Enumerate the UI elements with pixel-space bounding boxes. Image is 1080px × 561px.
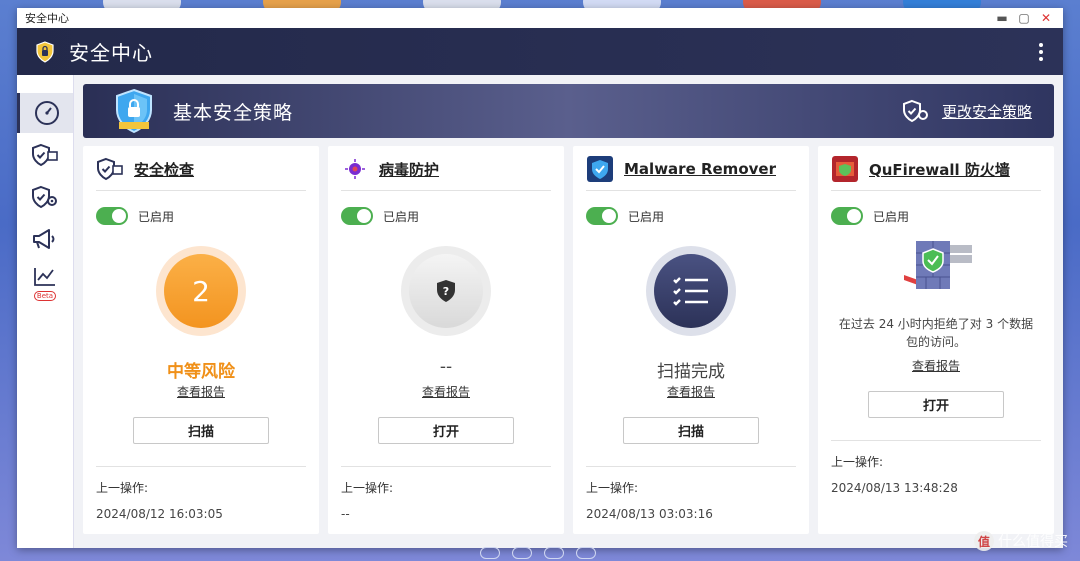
view-report-link[interactable]: 查看报告	[96, 383, 306, 400]
dock-app-icon[interactable]	[512, 547, 532, 559]
malware-remover-toggle[interactable]	[586, 207, 618, 225]
firewall-description: 在过去 24 小时内拒绝了对 3 个数据包的访问。	[838, 317, 1034, 349]
title-bar: 安全中心 ▬ ▢ ✕	[17, 8, 1063, 28]
antivirus-toggle[interactable]	[341, 207, 373, 225]
antivirus-status: --	[439, 357, 453, 377]
enabled-label: 已启用	[383, 209, 420, 224]
last-action-label: 上一操作:	[96, 481, 149, 495]
last-action-time: 2024/08/12 16:03:05	[96, 507, 223, 521]
firewall-card: QuFirewall 防火墙 已启用 在过去 24 小时内拒绝了对 3 个数据包…	[818, 146, 1054, 534]
enabled-label: 已启用	[138, 209, 175, 224]
dock-app-icon[interactable]	[480, 547, 500, 559]
view-report-link[interactable]: 查看报告	[341, 383, 551, 400]
open-button[interactable]: 打开	[868, 391, 1004, 418]
taskbar-dock	[480, 547, 596, 559]
risk-count: 2	[164, 254, 238, 328]
more-options-icon[interactable]	[1031, 40, 1051, 64]
firewall-toggle[interactable]	[831, 207, 863, 225]
shield-check-icon	[32, 143, 58, 167]
dock-app-icon[interactable]	[576, 547, 596, 559]
main-content: 基本安全策略 更改安全策略 安全检查 已启用 2 中等风险 查看报告 扫描 上一…	[74, 75, 1063, 548]
antivirus-status-indicator: ?	[401, 246, 491, 336]
malware-remover-card: Malware Remover 已启用 扫描完成 查看报告 扫描 上一操作: 2…	[573, 146, 809, 534]
megaphone-icon	[33, 229, 55, 249]
antivirus-title[interactable]: 病毒防护	[379, 159, 439, 180]
last-action-label: 上一操作:	[831, 455, 884, 469]
firewall-icon	[832, 156, 858, 182]
scan-complete-indicator	[646, 246, 736, 336]
scan-button[interactable]: 扫描	[623, 417, 759, 444]
banner-title: 基本安全策略	[173, 101, 294, 124]
security-center-window: 安全中心 ▬ ▢ ✕ 安全中心 Beta 基本安全策略 更改安全策略 安全检查 …	[17, 8, 1063, 548]
sidebar-item-overview[interactable]	[17, 93, 73, 133]
firewall-title[interactable]: QuFirewall 防火墙	[869, 159, 1010, 180]
view-report-link[interactable]: 查看报告	[831, 357, 1041, 374]
malware-remover-icon	[587, 156, 613, 182]
last-action-time: --	[341, 507, 350, 521]
sidebar-item-security-check[interactable]	[17, 135, 73, 175]
beta-badge: Beta	[33, 291, 57, 301]
close-icon[interactable]: ✕	[1037, 10, 1055, 26]
scan-status: 扫描完成	[657, 362, 725, 382]
firewall-wall-icon	[904, 241, 972, 289]
shield-question-icon: ?	[437, 280, 455, 302]
shield-check-icon	[97, 157, 123, 181]
enabled-label: 已启用	[628, 209, 665, 224]
watermark-text: 什么值得买	[998, 534, 1068, 550]
sidebar-item-statistics[interactable]: Beta	[17, 261, 73, 301]
shield-settings-icon[interactable]	[902, 99, 930, 123]
scan-button[interactable]: 扫描	[133, 417, 269, 444]
dashboard-icon	[34, 101, 59, 125]
sidebar: Beta	[17, 75, 74, 548]
malware-remover-title[interactable]: Malware Remover	[624, 160, 776, 178]
sidebar-item-notifications[interactable]	[17, 219, 73, 259]
watermark-logo-icon: 值	[974, 531, 994, 551]
sidebar-item-security-policy[interactable]	[17, 177, 73, 217]
svg-text:?: ?	[443, 285, 449, 298]
security-center-logo-icon	[36, 40, 54, 63]
last-action-time: 2024/08/13 13:48:28	[831, 481, 958, 495]
open-button[interactable]: 打开	[378, 417, 514, 444]
app-header: 安全中心	[17, 28, 1063, 75]
checklist-icon	[673, 277, 708, 306]
dock-app-icon[interactable]	[544, 547, 564, 559]
minimize-icon[interactable]: ▬	[993, 10, 1011, 26]
view-report-link[interactable]: 查看报告	[586, 383, 796, 400]
security-check-title[interactable]: 安全检查	[134, 159, 194, 180]
app-title: 安全中心	[69, 41, 153, 65]
last-action-time: 2024/08/13 03:03:16	[586, 507, 713, 521]
virus-icon	[345, 159, 365, 179]
watermark: 值 什么值得买	[974, 531, 1068, 551]
security-check-card: 安全检查 已启用 2 中等风险 查看报告 扫描 上一操作: 2024/08/12…	[83, 146, 319, 534]
antivirus-card: 病毒防护 已启用 ? -- 查看报告 打开 上一操作: --	[328, 146, 564, 534]
enabled-label: 已启用	[873, 209, 910, 224]
window-title: 安全中心	[25, 12, 69, 25]
maximize-icon[interactable]: ▢	[1015, 10, 1033, 26]
chart-line-icon	[34, 268, 55, 286]
security-check-toggle[interactable]	[96, 207, 128, 225]
last-action-label: 上一操作:	[586, 481, 639, 495]
last-action-label: 上一操作:	[341, 481, 394, 495]
shield-gear-icon	[32, 185, 57, 209]
shield-lock-icon	[116, 88, 152, 134]
risk-status: 中等风险	[167, 362, 235, 382]
risk-count-indicator: 2	[156, 246, 246, 336]
change-policy-link[interactable]: 更改安全策略	[942, 101, 1032, 122]
security-policy-banner: 基本安全策略 更改安全策略	[83, 84, 1054, 138]
